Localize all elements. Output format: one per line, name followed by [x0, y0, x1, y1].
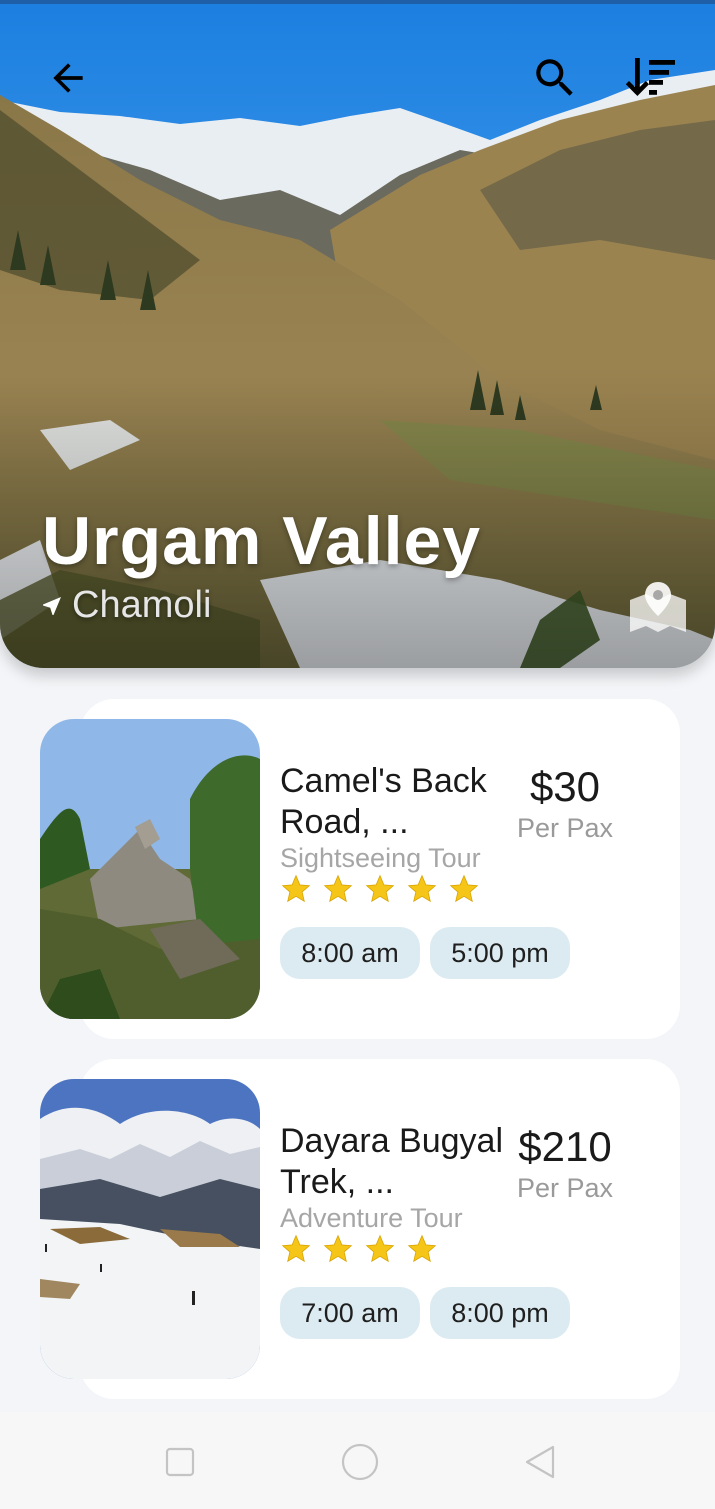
time-slot-chip[interactable]: 8:00 am — [280, 927, 420, 979]
map-pin-icon[interactable] — [628, 580, 688, 634]
location-label: Chamoli — [72, 584, 212, 626]
price-unit: Per Pax — [516, 813, 614, 843]
home-button[interactable] — [338, 1440, 382, 1484]
tour-card[interactable]: Camel's Back Road, ... Sightseeing Tour … — [40, 699, 680, 1039]
star-icon — [449, 874, 479, 903]
star-icon — [281, 874, 311, 903]
time-slots: 7:00 am 8:00 pm — [280, 1287, 570, 1339]
tour-price: $30 — [529, 763, 601, 810]
rating-stars — [280, 873, 480, 905]
star-icon — [407, 874, 437, 903]
circle-icon — [341, 1443, 379, 1481]
search-button[interactable] — [526, 50, 584, 106]
tour-title: Dayara Bugyal Trek, ... — [280, 1121, 520, 1203]
system-back-button[interactable] — [518, 1440, 562, 1484]
arrow-back-icon — [53, 63, 83, 93]
time-slot-chip[interactable]: 7:00 am — [280, 1287, 420, 1339]
hero-banner: Urgam Valley Chamoli — [0, 0, 715, 668]
tour-price: $210 — [518, 1123, 612, 1170]
destination-location: Chamoli — [40, 584, 211, 627]
star-icon — [323, 1234, 353, 1263]
rating-stars — [280, 1233, 438, 1265]
back-button[interactable] — [40, 50, 96, 106]
triangle-back-icon — [525, 1445, 555, 1479]
sort-icon — [625, 58, 675, 96]
recents-button[interactable] — [158, 1440, 202, 1484]
star-icon — [281, 1234, 311, 1263]
tour-title-line2: Road, ... — [280, 803, 409, 841]
tour-title-line1: Camel's Back — [280, 762, 487, 800]
tour-type: Adventure Tour — [280, 1203, 463, 1233]
system-navigation-bar — [0, 1412, 715, 1509]
tour-title-line1: Dayara Bugyal — [280, 1122, 504, 1160]
navigation-arrow-icon — [43, 596, 61, 615]
price-unit: Per Pax — [516, 1173, 614, 1203]
tour-card[interactable]: Dayara Bugyal Trek, ... Adventure Tour $… — [40, 1059, 680, 1399]
time-slot-chip[interactable]: 8:00 pm — [430, 1287, 570, 1339]
tour-type: Sightseeing Tour — [280, 843, 481, 873]
star-icon — [365, 1234, 395, 1263]
square-icon — [165, 1447, 195, 1477]
star-icon — [407, 1234, 437, 1263]
sort-button[interactable] — [620, 50, 682, 106]
destination-title: Urgam Valley — [42, 503, 482, 579]
time-slots: 8:00 am 5:00 pm — [280, 927, 570, 979]
tour-thumbnail — [40, 719, 260, 1019]
tour-title: Camel's Back Road, ... — [280, 761, 520, 843]
search-icon — [536, 59, 573, 96]
tour-title-line2: Trek, ... — [280, 1163, 394, 1201]
status-bar-accent — [0, 0, 715, 4]
star-icon — [365, 874, 395, 903]
time-slot-chip[interactable]: 5:00 pm — [430, 927, 570, 979]
star-icon — [323, 874, 353, 903]
tour-thumbnail — [40, 1079, 260, 1379]
